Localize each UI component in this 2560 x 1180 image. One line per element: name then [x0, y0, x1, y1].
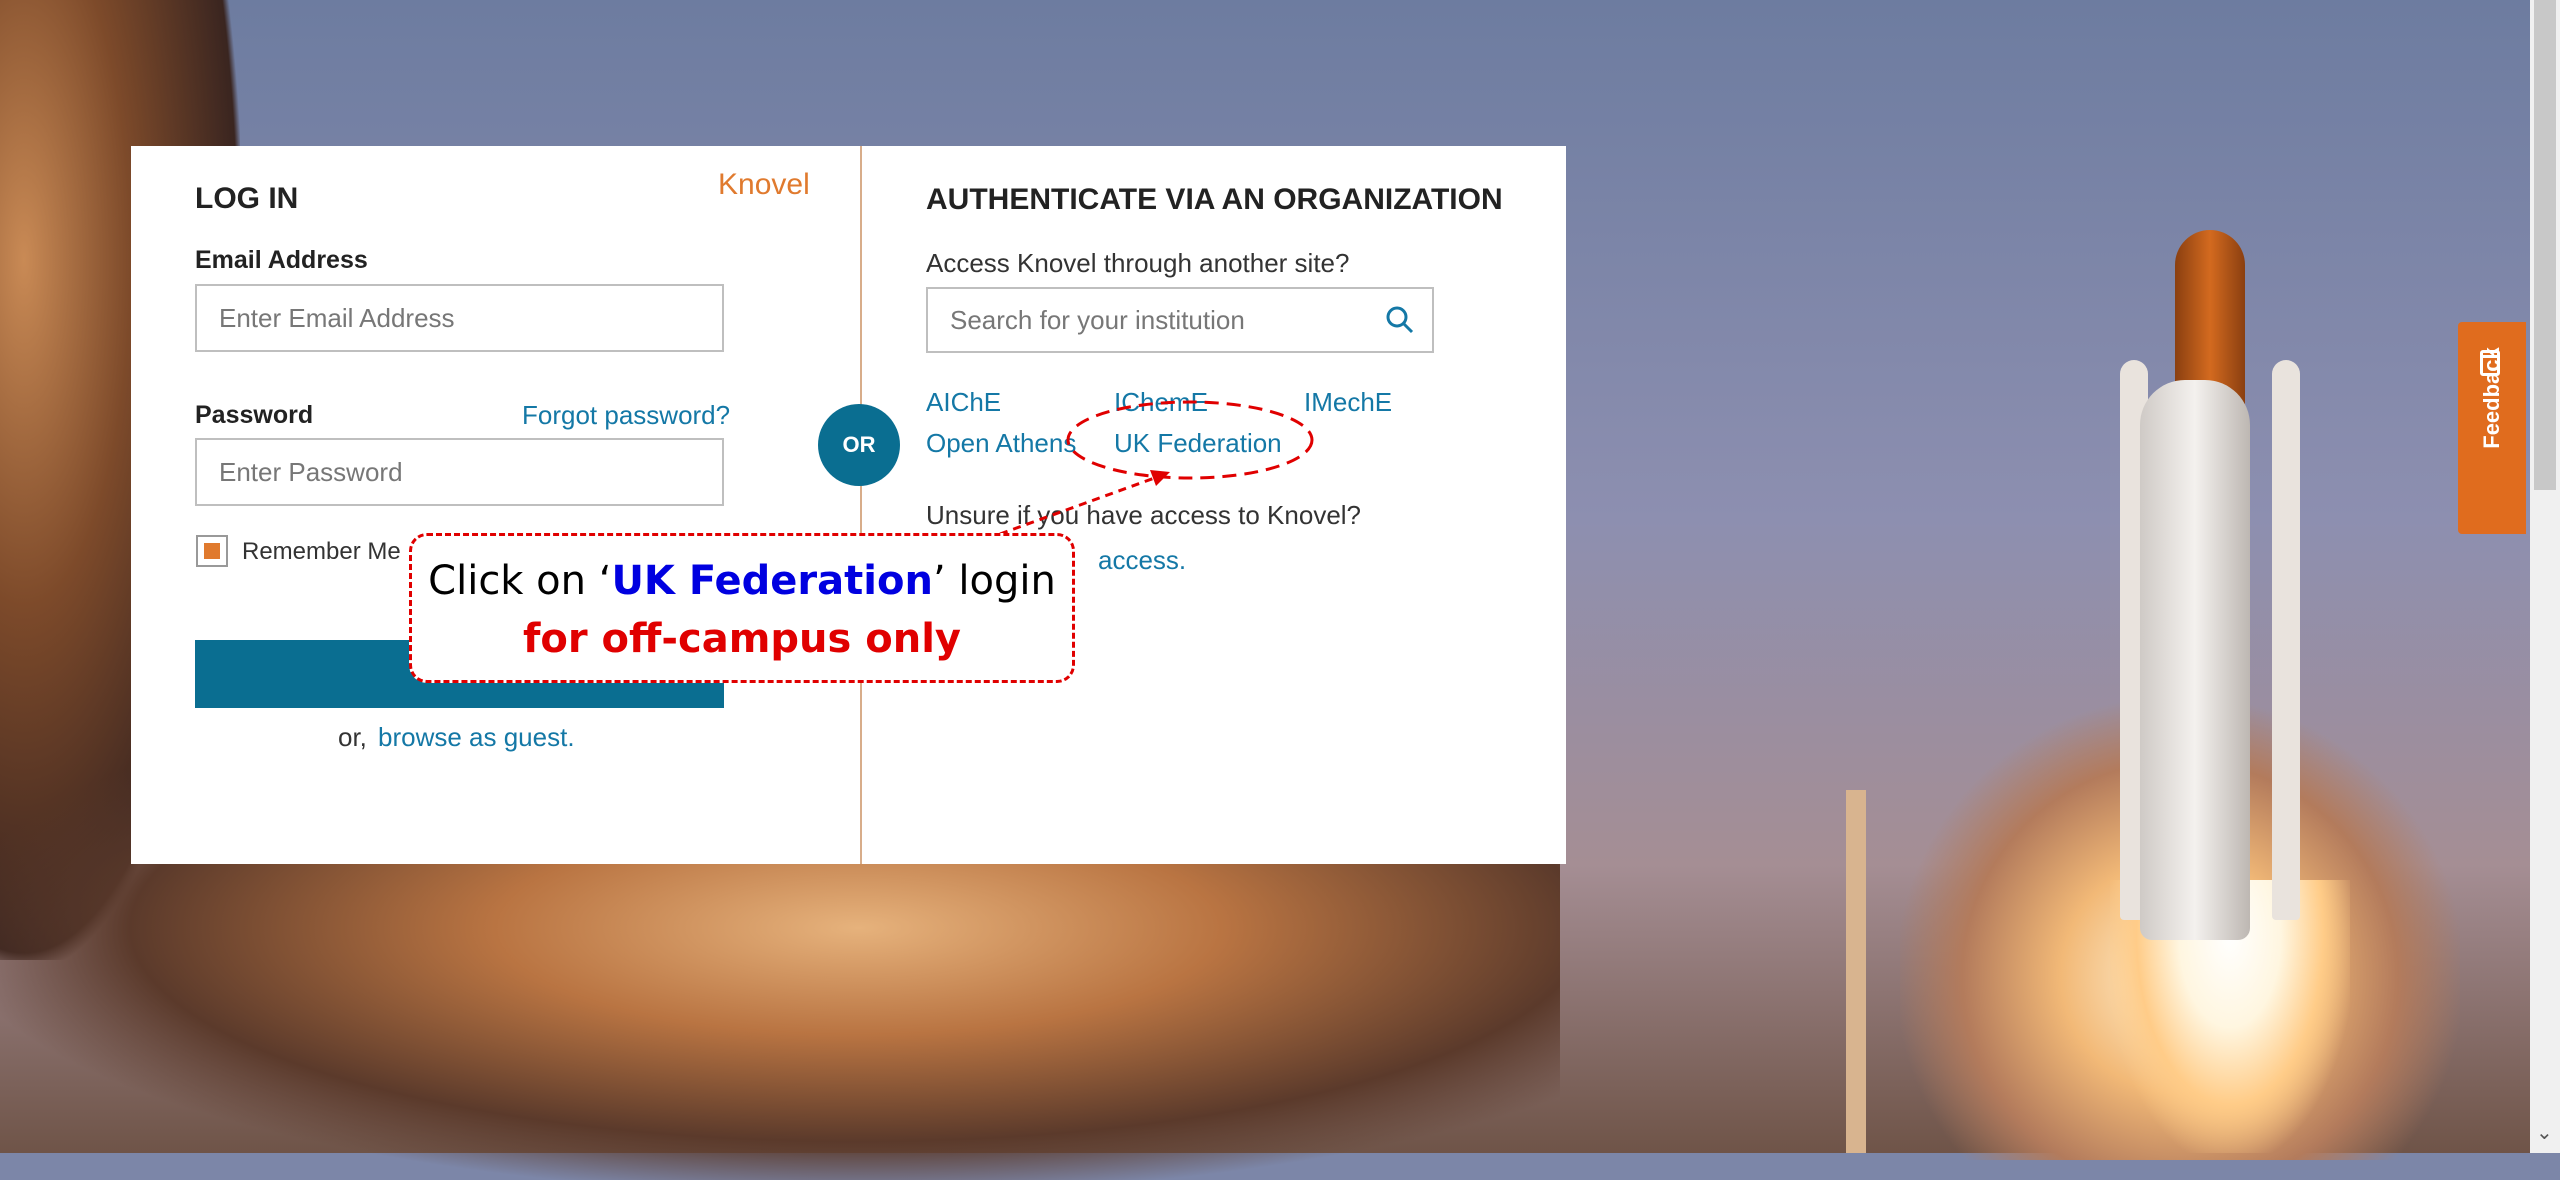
knovel-logo: Knovel — [718, 168, 810, 201]
annotation-callout: Click on ‘UK Federation’ login for off-c… — [409, 533, 1075, 683]
password-field[interactable]: Enter Password — [195, 438, 724, 506]
remember-me-label: Remember Me — [242, 538, 401, 565]
callout-line-1: Click on ‘UK Federation’ login — [412, 558, 1072, 604]
forgot-password-link[interactable]: Forgot password? — [522, 400, 730, 431]
guest-prefix: or, — [338, 722, 367, 752]
browse-as-guest-link[interactable]: browse as guest. — [378, 722, 575, 753]
feedback-label: Feedback — [2479, 347, 2504, 449]
scrollbar-thumb[interactable] — [2534, 0, 2556, 490]
page-scrollbar[interactable]: ⌄ — [2530, 0, 2560, 1153]
unsure-access-text: Unsure if you have access to Knovel? — [926, 500, 1362, 530]
org-link-aiche[interactable]: AIChE — [926, 387, 1001, 418]
or-separator: OR — [818, 404, 900, 486]
email-field[interactable]: Enter Email Address — [195, 284, 724, 352]
remember-me-checkbox[interactable] — [196, 535, 228, 567]
callout-highlight: UK Federation — [611, 558, 933, 604]
callout-line-2: for off-campus only — [523, 616, 961, 662]
check-access-link[interactable]: access. — [1098, 545, 1186, 576]
feedback-tab[interactable]: Feedback — [2458, 322, 2526, 534]
org-subtitle: Access Knovel through another site? — [926, 248, 1350, 278]
login-title: LOG IN — [195, 182, 299, 215]
institution-search-input[interactable]: Search for your institution — [926, 287, 1434, 353]
shuttle-orbiter — [2140, 380, 2250, 940]
scroll-down-arrow-icon[interactable]: ⌄ — [2536, 1120, 2553, 1145]
callout-prefix: Click on ‘ — [428, 558, 612, 604]
search-icon[interactable] — [1385, 305, 1415, 335]
space-shuttle-image — [2120, 230, 2300, 990]
shuttle-booster-right — [2272, 360, 2300, 920]
launch-tower — [1846, 790, 1866, 1153]
password-label: Password — [195, 401, 314, 429]
callout-suffix: ’ login — [932, 558, 1056, 604]
email-label: Email Address — [195, 246, 368, 274]
org-title: AUTHENTICATE VIA AN ORGANIZATION — [926, 183, 1503, 216]
org-link-uk-federation[interactable]: UK Federation — [1114, 428, 1282, 459]
org-link-icheme[interactable]: IChemE — [1114, 387, 1208, 418]
checkbox-check-mark — [204, 543, 220, 559]
org-link-open-athens[interactable]: Open Athens — [926, 428, 1076, 459]
org-link-imeche[interactable]: IMechE — [1304, 387, 1392, 418]
card-divider — [860, 146, 862, 864]
